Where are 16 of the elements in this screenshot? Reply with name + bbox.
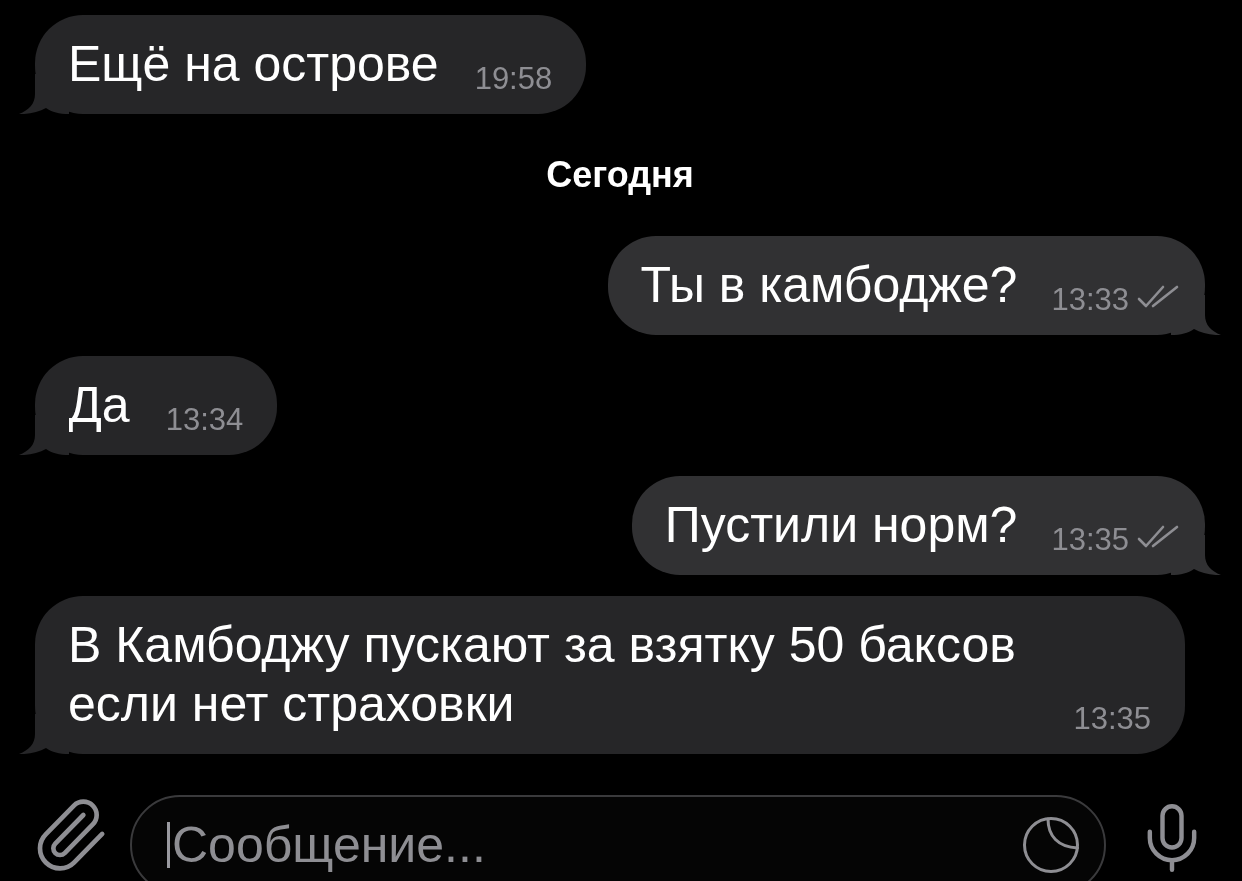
message-field[interactable]: Сообщение... <box>130 795 1106 881</box>
message-input[interactable]: Сообщение... <box>170 816 1020 874</box>
sticker-icon <box>1022 816 1080 874</box>
sticker-button[interactable] <box>1020 814 1082 876</box>
date-separator: Сегодня <box>546 154 694 196</box>
message-time: 13:35 <box>1051 524 1129 555</box>
message-text: В Камбоджу пускают за взятку 50 баксов если нет страховки <box>68 616 1017 734</box>
message-text: Ты в камбодже? <box>640 256 1018 315</box>
message-text: Пустили норм? <box>664 496 1018 555</box>
message-text: Ещё на острове <box>68 35 439 94</box>
message-text: Да <box>68 376 130 435</box>
message-time: 13:34 <box>165 404 244 435</box>
message-time: 13:35 <box>1073 703 1151 734</box>
message-time: 13:33 <box>1051 284 1129 315</box>
text-cursor <box>167 822 170 868</box>
message-time: 19:58 <box>474 63 553 94</box>
